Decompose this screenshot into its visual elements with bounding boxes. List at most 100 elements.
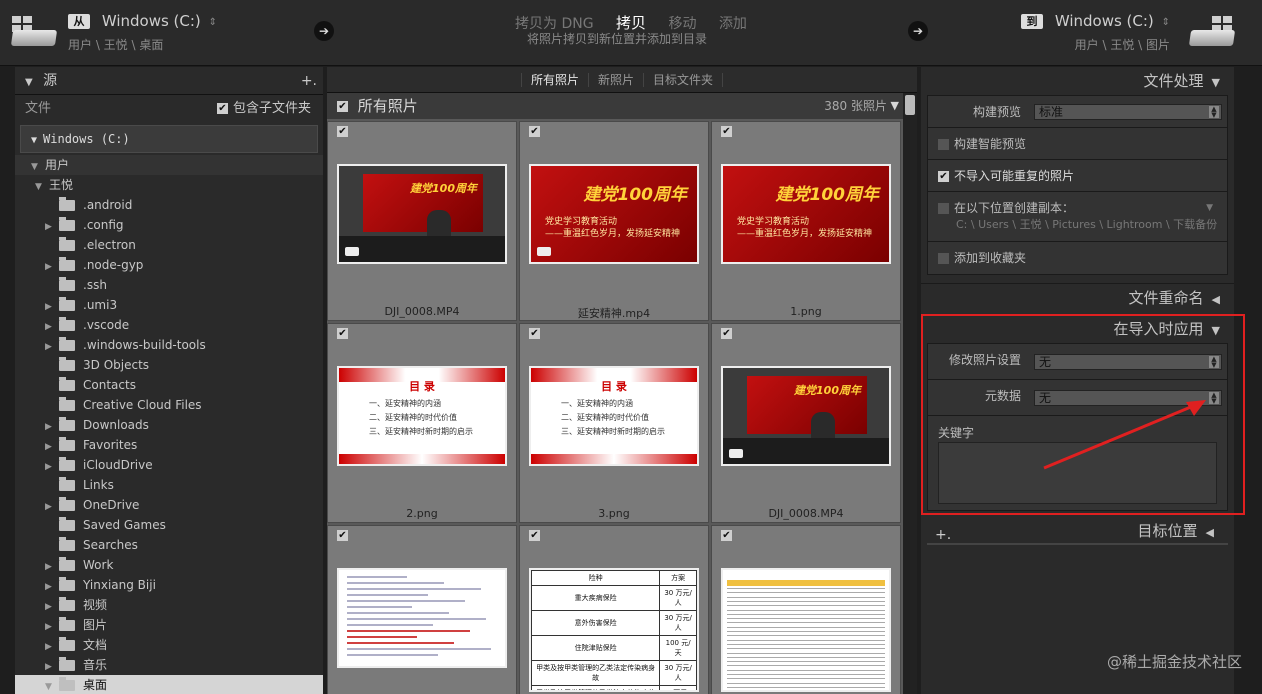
expand-triangle-icon[interactable]: ▶ [45,217,59,237]
destination-selector[interactable]: 到 Windows (C:) ⇕ 用户 \ 王悦 \ 图片 [1020,12,1170,53]
collapse-triangle-icon[interactable]: ▼ [25,77,33,88]
expand-triangle-icon[interactable]: ▶ [45,577,59,597]
photo-checkbox[interactable]: ✔ [721,328,732,339]
collapse-left-icon[interactable]: ◀ [1206,526,1214,539]
expand-triangle-icon[interactable]: ▼ [31,135,37,146]
smart-preview-row[interactable]: 构建智能预览 [928,128,1227,160]
photo-thumbnail[interactable]: 险种 方案 重大疾病保险 30 万元/人 意外伤害保险 30 万元/人 住院津贴保险 100 … [529,568,699,692]
folder-item[interactable]: ▶ 视频 [15,595,323,615]
folder-item[interactable]: ▼ 桌面 [15,675,323,694]
photo-cell[interactable]: ✔ 建党100周年 党史学习教育活动 ——重温红色岁月，发扬延安精神 延安精神.mp4 [519,121,709,321]
photo-thumbnail[interactable] [337,568,507,668]
add-source-button[interactable]: +. [301,67,317,95]
checkbox-icon[interactable] [938,253,949,264]
folder-item[interactable]: .electron [15,235,323,255]
tab-all-photos[interactable]: 所有照片 [520,73,589,87]
stepper-icon[interactable]: ▲ ▼ [1209,106,1219,119]
collapse-left-icon[interactable]: ◀ [1212,293,1220,306]
folder-item[interactable]: ▶ OneDrive [15,495,323,515]
folder-item[interactable]: Links [15,475,323,495]
checkbox-icon[interactable]: ✔ [938,171,949,182]
tree-user[interactable]: ▼ 王悦 [15,175,323,195]
expand-triangle-icon[interactable]: ▶ [45,257,59,277]
tree-users[interactable]: ▼ 用户 [15,155,323,175]
expand-triangle-icon[interactable]: ▼ [31,157,45,177]
photo-checkbox[interactable]: ✔ [721,530,732,541]
photo-thumbnail[interactable]: 建党100周年 [721,366,891,466]
checkbox-icon[interactable] [938,203,949,214]
photo-cell[interactable]: ✔ 建党100周年 DJI_0008.MP4 [711,323,901,523]
expand-triangle-icon[interactable]: ▶ [45,617,59,637]
folder-item[interactable]: Creative Cloud Files [15,395,323,415]
rename-header[interactable]: 文件重命名 ◀ [921,283,1234,311]
folder-item[interactable]: ▶ 音乐 [15,655,323,675]
expand-triangle-icon[interactable]: ▼ [35,177,49,197]
folder-item[interactable]: ▶ .windows-build-tools [15,335,323,355]
folder-item[interactable]: ▶ Downloads [15,415,323,435]
destination-dropdown-icon[interactable]: ⇕ [1162,17,1170,28]
photo-cell[interactable]: ✔ [711,525,901,694]
build-preview-select[interactable]: 标准 ▲ ▼ [1034,104,1222,120]
photo-checkbox[interactable]: ✔ [529,530,540,541]
photo-thumbnail[interactable]: 建党100周年 党史学习教育活动 ——重温红色岁月，发扬延安精神 [529,164,699,264]
no-duplicates-row[interactable]: ✔ 不导入可能重复的照片 [928,160,1227,192]
folder-item[interactable]: ▶ iCloudDrive [15,455,323,475]
source-selector[interactable]: 从 Windows (C:) ⇕ 用户 \ 王悦 \ 桌面 [68,12,217,53]
source-arrow-icon[interactable]: ➔ [314,21,334,41]
photo-checkbox[interactable]: ✔ [337,328,348,339]
folder-item[interactable]: ▶ .config [15,215,323,235]
expand-triangle-icon[interactable]: ▶ [45,497,59,517]
expand-triangle-icon[interactable]: ▶ [45,417,59,437]
expand-triangle-icon[interactable]: ▶ [45,637,59,657]
photo-cell[interactable]: ✔ [327,525,517,694]
folder-item[interactable]: ▶ .vscode [15,315,323,335]
folder-item[interactable]: Saved Games [15,515,323,535]
expand-triangle-icon[interactable]: ▶ [45,557,59,577]
photo-checkbox[interactable]: ✔ [337,126,348,137]
select-all-checkbox[interactable]: ✔ [337,101,348,112]
photo-checkbox[interactable]: ✔ [337,530,348,541]
expand-triangle-icon[interactable]: ▶ [45,437,59,457]
folder-item[interactable]: ▶ Work [15,555,323,575]
photo-thumbnail[interactable]: 目 录一、延安精神的内涵 二、延安精神的时代价值 三、延安精神时新时期的启示 [337,366,507,466]
destination-header[interactable]: +. 目标位置 ◀ [927,517,1228,545]
expand-triangle-icon[interactable]: ▶ [45,337,59,357]
photo-thumbnail[interactable] [721,568,891,692]
volume-item[interactable]: ▼ Windows (C:) [20,125,318,153]
add-destination-button[interactable]: +. [935,521,951,549]
folder-item[interactable]: Contacts [15,375,323,395]
add-collection-row[interactable]: 添加到收藏夹 [928,242,1227,274]
checkbox-icon[interactable]: ✔ [216,103,228,114]
folder-item[interactable]: .ssh [15,275,323,295]
expand-triangle-icon[interactable]: ▶ [45,457,59,477]
mode-add[interactable]: 添加 [719,16,747,32]
folder-item[interactable]: ▶ Yinxiang Biji [15,575,323,595]
folder-item[interactable]: Searches [15,535,323,555]
folder-item[interactable]: 3D Objects [15,355,323,375]
folder-item[interactable]: ▶ .node-gyp [15,255,323,275]
folder-item[interactable]: ▶ 文档 [15,635,323,655]
photo-cell[interactable]: ✔ 建党100周年 党史学习教育活动 ——重温红色岁月，发扬延安精神 1.png [711,121,901,321]
photo-thumbnail[interactable]: 目 录一、延安精神的内涵 二、延安精神的时代价值 三、延安精神时新时期的启示 [529,366,699,466]
photo-cell[interactable]: ✔ 险种 方案 重大疾病保险 30 万元/人 意外伤害保险 30 万元/人 住院津贴保险 100… [519,525,709,694]
checkbox-icon[interactable] [938,139,949,150]
collapse-triangle-icon[interactable]: ▼ [1212,76,1220,89]
destination-arrow-icon[interactable]: ➔ [908,21,928,41]
folder-item[interactable]: .android [15,195,323,215]
expand-triangle-icon[interactable]: ▶ [45,597,59,617]
expand-triangle-icon[interactable]: ▶ [45,297,59,317]
folder-item[interactable]: ▶ 图片 [15,615,323,635]
expand-triangle-icon[interactable]: ▼ [45,677,59,694]
sort-triangle-icon[interactable]: ▼ [891,93,899,119]
source-dropdown-icon[interactable]: ⇕ [209,17,217,28]
include-subfolders-toggle[interactable]: ✔ 包含子文件夹 [216,95,311,123]
destination-drive-name[interactable]: Windows (C:) [1055,12,1154,30]
tab-new-photos[interactable]: 新照片 [588,73,644,87]
photo-cell[interactable]: ✔ 目 录一、延安精神的内涵 二、延安精神的时代价值 三、延安精神时新时期的启示 3.p… [519,323,709,523]
photo-cell[interactable]: ✔ 目 录一、延安精神的内涵 二、延安精神的时代价值 三、延安精神时新时期的启示 2.p… [327,323,517,523]
folder-item[interactable]: ▶ .umi3 [15,295,323,315]
tab-destination-folders[interactable]: 目标文件夹 [644,73,724,87]
second-copy-row[interactable]: 在以下位置创建副本： ▼ C: \ Users \ 王悦 \ Pictures … [928,192,1227,242]
folder-item[interactable]: ▶ Favorites [15,435,323,455]
photo-checkbox[interactable]: ✔ [529,126,540,137]
